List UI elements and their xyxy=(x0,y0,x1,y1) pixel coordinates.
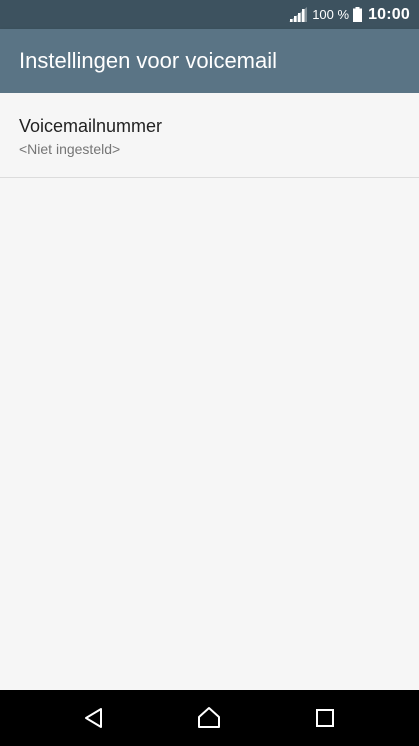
app-bar: Instellingen voor voicemail xyxy=(0,29,419,93)
status-bar: 100 % 10:00 xyxy=(0,0,419,29)
back-icon[interactable] xyxy=(82,706,106,730)
navigation-bar xyxy=(0,690,419,746)
home-icon[interactable] xyxy=(197,706,221,730)
settings-list: Voicemailnummer <Niet ingesteld> xyxy=(0,93,419,690)
battery-percentage: 100 % xyxy=(312,7,350,22)
setting-summary: <Niet ingesteld> xyxy=(19,141,121,157)
signal-icon xyxy=(289,7,308,22)
page-title: Instellingen voor voicemail xyxy=(19,48,278,73)
setting-title: Voicemailnummer xyxy=(19,116,163,136)
voicemail-number-setting[interactable]: Voicemailnummer <Niet ingesteld> xyxy=(0,93,419,178)
clock: 10:00 xyxy=(368,5,410,23)
battery-icon xyxy=(353,7,363,22)
recents-icon[interactable] xyxy=(313,706,337,730)
